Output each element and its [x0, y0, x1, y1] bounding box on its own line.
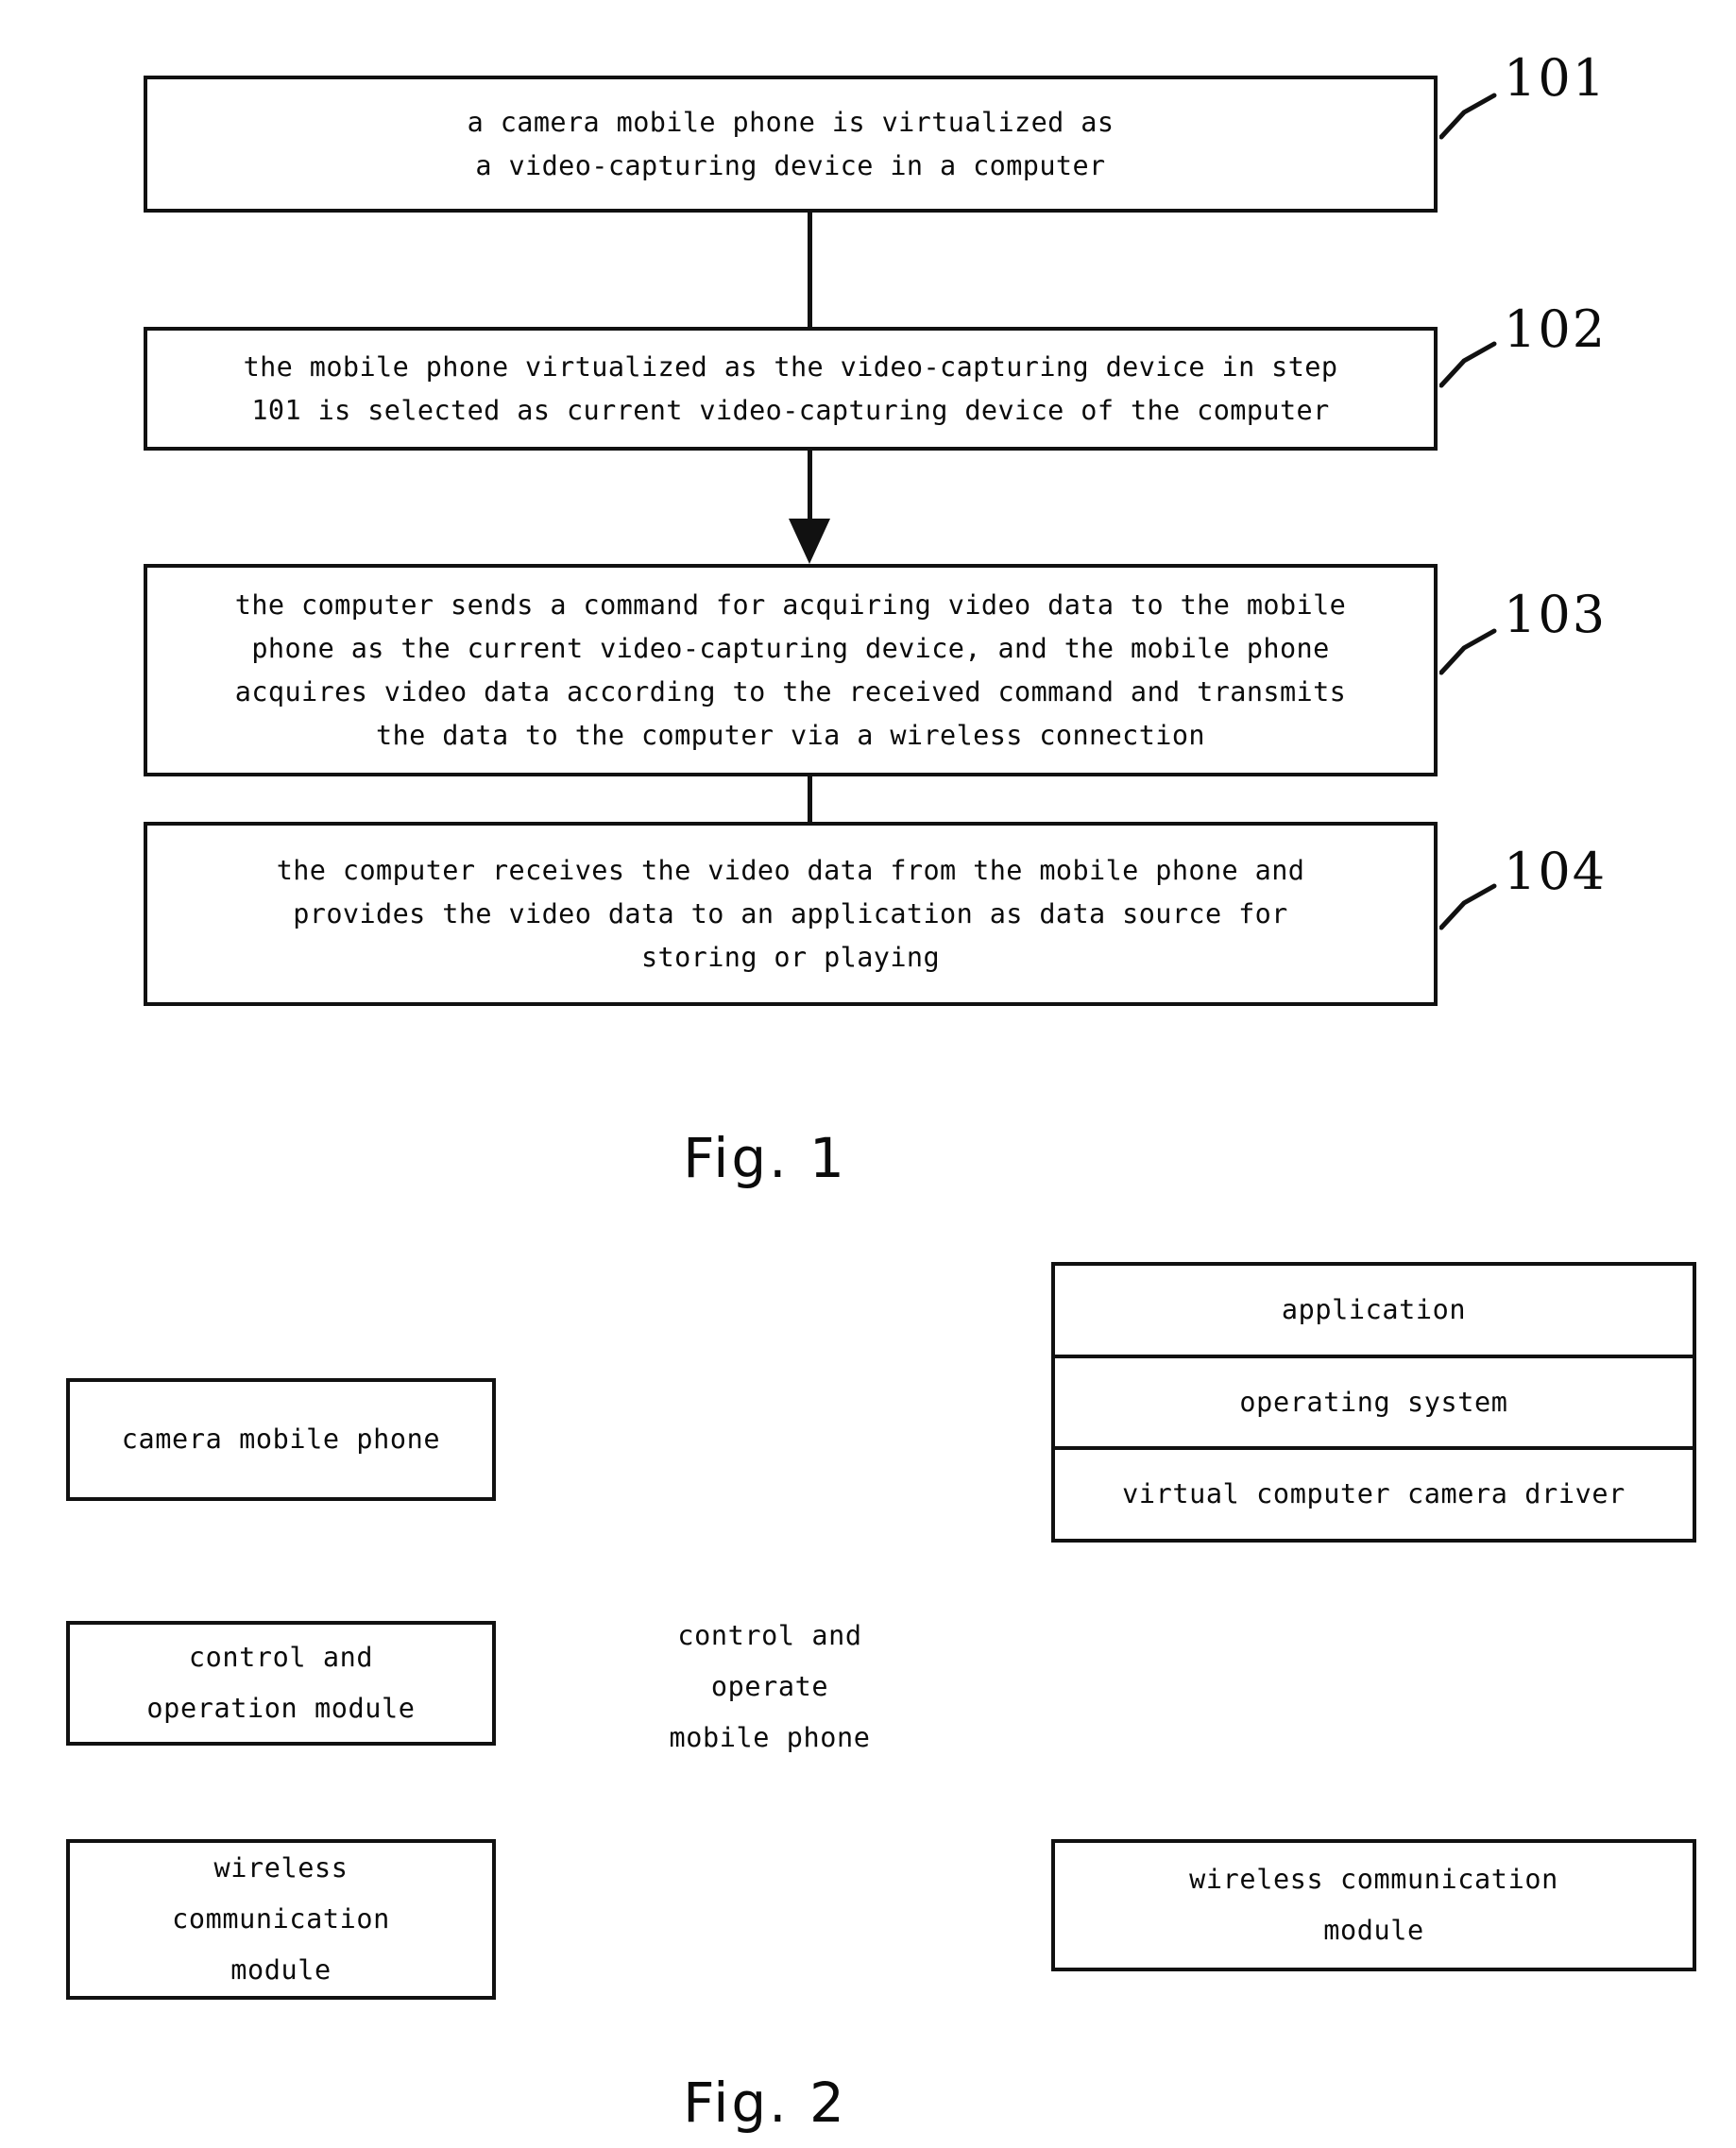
- middle-annotation-control-and-operate-mobile-phone: control and operate mobile phone: [669, 1620, 871, 1753]
- stack-computer-software-layers: application operating system virtual com…: [1051, 1262, 1696, 1543]
- flowchart-step-box-101: a camera mobile phone is virtualized as …: [144, 76, 1438, 213]
- block-camera-mobile-phone-label: camera mobile phone: [121, 1423, 441, 1455]
- block-camera-mobile-phone: camera mobile phone: [66, 1378, 496, 1501]
- figure-1-flowchart: a camera mobile phone is virtualized as …: [0, 0, 1736, 1237]
- block-phone-wireless-communication-module: wireless communication module: [66, 1839, 496, 2000]
- arrowhead-102-to-103: [789, 519, 830, 564]
- step-reference-103: 103: [1504, 585, 1608, 644]
- stack-layer-application-label: application: [1281, 1293, 1467, 1325]
- step-reference-102: 102: [1504, 299, 1608, 359]
- flowchart-step-box-103: the computer sends a command for acquiri…: [144, 564, 1438, 776]
- connector-101-to-102: [808, 213, 812, 327]
- block-computer-wireless-communication-module: wireless communication module: [1051, 1839, 1696, 1971]
- block-control-and-operation-module-label: control and operation module: [146, 1642, 416, 1724]
- figure-2-caption: Fig. 2: [683, 2071, 847, 2135]
- step-reference-104: 104: [1504, 842, 1608, 901]
- leader-line-103: [1438, 623, 1497, 675]
- block-control-and-operation-module: control and operation module: [66, 1621, 496, 1746]
- stack-layer-virtual-computer-camera-driver-label: virtual computer camera driver: [1122, 1478, 1625, 1510]
- figure-1-caption: Fig. 1: [683, 1126, 847, 1190]
- flowchart-step-text-102: the mobile phone virtualized as the vide…: [243, 350, 1338, 426]
- flowchart-step-text-104: the computer receives the video data fro…: [276, 854, 1305, 973]
- step-reference-101: 101: [1504, 48, 1608, 108]
- leader-line-104: [1438, 878, 1497, 930]
- stack-layer-virtual-computer-camera-driver: virtual computer camera driver: [1055, 1450, 1693, 1539]
- block-computer-wireless-communication-module-label: wireless communication module: [1189, 1864, 1558, 1946]
- figure-2-block-diagram: camera mobile phone control and operatio…: [0, 1237, 1736, 2148]
- leader-line-101: [1438, 88, 1497, 140]
- block-phone-wireless-communication-module-label: wireless communication module: [172, 1852, 390, 1986]
- flowchart-step-text-103: the computer sends a command for acquiri…: [234, 588, 1347, 751]
- flowchart-step-text-101: a camera mobile phone is virtualized as …: [467, 106, 1115, 181]
- leader-line-102: [1438, 336, 1497, 388]
- flowchart-step-box-102: the mobile phone virtualized as the vide…: [144, 327, 1438, 451]
- stack-layer-operating-system: operating system: [1055, 1358, 1693, 1451]
- stack-layer-operating-system-label: operating system: [1239, 1386, 1508, 1418]
- flowchart-step-box-104: the computer receives the video data fro…: [144, 822, 1438, 1006]
- stack-layer-application: application: [1055, 1266, 1693, 1358]
